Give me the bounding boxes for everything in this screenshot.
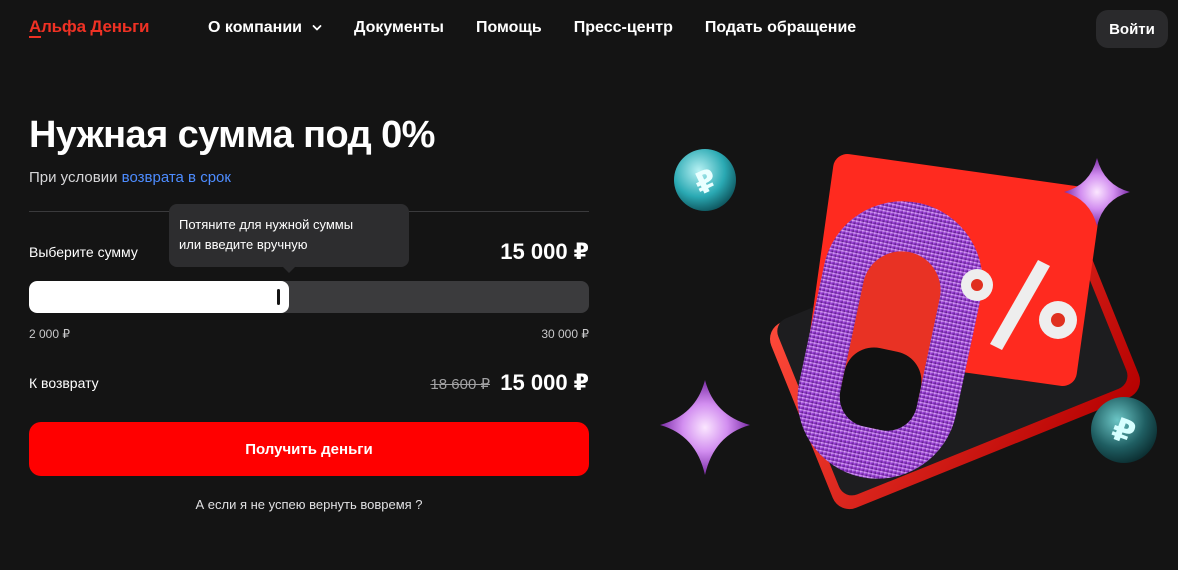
subtitle-text: При условии [29, 169, 122, 186]
nav-item-label: О компании [208, 19, 302, 36]
amount-slider[interactable] [29, 281, 589, 313]
site-header: Альфа Деньги О компании Документы Помощь… [0, 0, 1178, 58]
page-title: Нужная сумма под 0% [29, 114, 435, 156]
late-repayment-faq-link[interactable]: А если я не успею вернуть вовремя ? [29, 497, 589, 512]
logo-underline [29, 36, 41, 38]
slider-handle[interactable] [277, 289, 280, 305]
nav-item-press-center[interactable]: Пресс-центр [574, 19, 673, 37]
tooltip-line: Потяните для нужной суммы [179, 217, 354, 232]
login-button[interactable]: Войти [1096, 10, 1168, 48]
brand-logo[interactable]: Альфа Деньги [29, 17, 149, 37]
nav-item-help[interactable]: Помощь [476, 19, 542, 37]
get-money-button[interactable]: Получить деньги [29, 422, 589, 476]
slider-min-label: 2 000 ₽ [29, 327, 70, 341]
tooltip-arrow [282, 266, 296, 273]
return-amount: 15 000 ₽ [500, 370, 589, 395]
choose-amount-label: Выберите сумму [29, 244, 138, 260]
zero-percent-illustration: ₽ ₽ [660, 149, 1157, 510]
nav-item-submit-request[interactable]: Подать обращение [705, 19, 856, 37]
nav-item-documents[interactable]: Документы [354, 19, 444, 37]
nav-item-company[interactable]: О компании [208, 19, 322, 37]
amount-value[interactable]: 15 000 ₽ [500, 239, 589, 265]
main-nav: О компании Документы Помощь Пресс-центр … [208, 19, 856, 37]
slider-tooltip: Потяните для нужной суммы или введите вр… [169, 204, 409, 267]
slider-max-label: 30 000 ₽ [541, 327, 589, 341]
chevron-down-icon [312, 25, 322, 31]
repay-on-time-link[interactable]: возврата в срок [122, 169, 231, 186]
ruble-coin-icon: ₽ [674, 149, 736, 211]
tooltip-line: или введите вручную [179, 237, 308, 252]
return-label: К возврату [29, 375, 99, 391]
old-return-amount: 18 600 ₽ [430, 376, 490, 393]
slider-fill [29, 281, 289, 313]
page-subtitle: При условии возврата в срок [29, 169, 231, 186]
sparkle-icon [660, 380, 750, 475]
ruble-coin-icon: ₽ [1091, 397, 1157, 463]
